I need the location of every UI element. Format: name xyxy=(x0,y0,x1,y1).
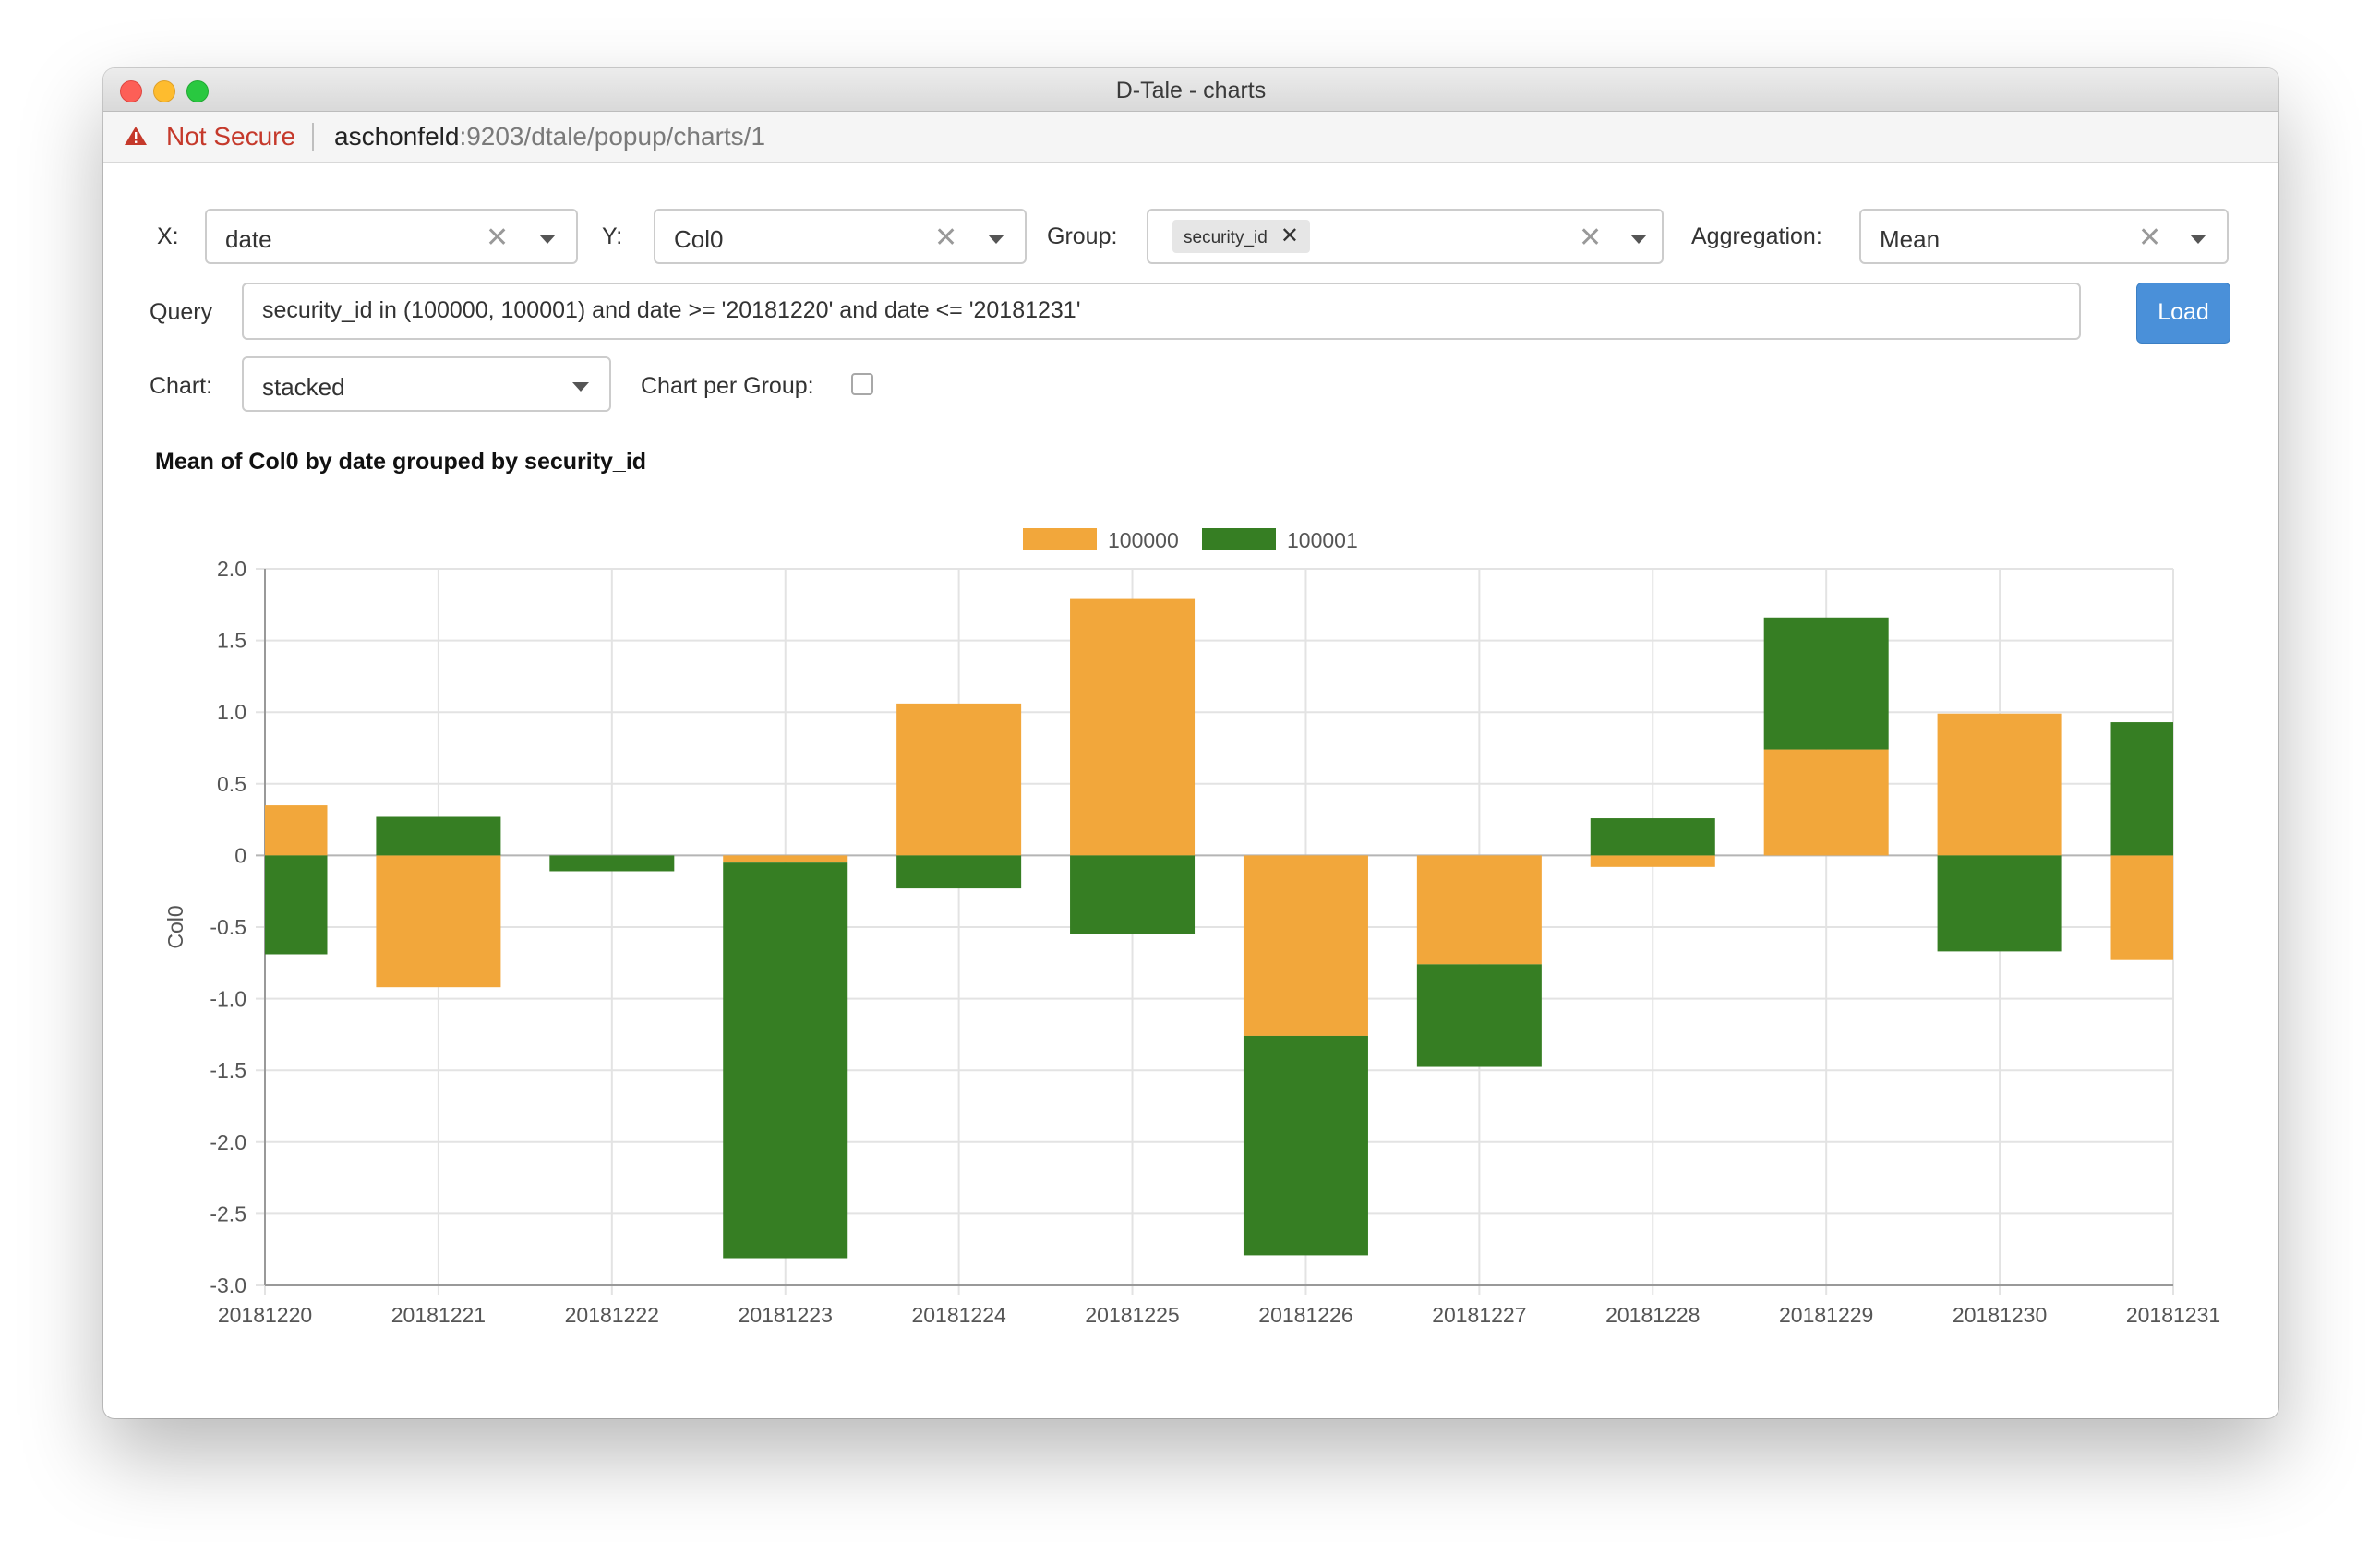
bar-100001-20181220 xyxy=(265,855,328,955)
x-tick-label: 20181225 xyxy=(1085,1303,1179,1327)
bar-100001-20181221 xyxy=(376,816,501,856)
bar-100001-20181230 xyxy=(1937,855,2062,952)
y-tick-label: 0 xyxy=(234,843,246,867)
y-tick-label: 1.5 xyxy=(217,629,246,653)
x-tick-label: 20181231 xyxy=(2126,1303,2220,1327)
y-axis-label: Col0 xyxy=(163,905,187,948)
bar-100000-20181230 xyxy=(1937,713,2062,856)
bar-100001-20181224 xyxy=(896,855,1022,889)
bar-100000-20181220 xyxy=(265,805,328,856)
bar-100000-20181228 xyxy=(1590,855,1715,867)
x-tick-label: 20181222 xyxy=(565,1303,659,1327)
y-tick-label: 2.0 xyxy=(217,557,246,581)
y-tick-label: -1.5 xyxy=(210,1058,246,1082)
bar-100001-20181228 xyxy=(1590,818,1715,856)
x-tick-label: 20181229 xyxy=(1779,1303,1873,1327)
legend-label-100000: 100000 xyxy=(1108,528,1179,552)
bar-100001-20181231 xyxy=(2110,722,2173,856)
y-tick-label: -2.0 xyxy=(210,1130,246,1154)
bar-100001-20181222 xyxy=(549,855,675,872)
bar-100000-20181231 xyxy=(2110,855,2173,960)
bar-100000-20181227 xyxy=(1416,855,1542,965)
x-tick-label: 20181230 xyxy=(1953,1303,2047,1327)
x-tick-label: 20181221 xyxy=(391,1303,486,1327)
x-tick-label: 20181224 xyxy=(911,1303,1006,1327)
y-tick-label: -3.0 xyxy=(210,1273,246,1297)
bar-100000-20181223 xyxy=(723,855,848,863)
x-tick-label: 20181227 xyxy=(1432,1303,1526,1327)
y-tick-label: -1.0 xyxy=(210,987,246,1011)
bar-100001-20181227 xyxy=(1416,964,1542,1067)
y-tick-label: 1.0 xyxy=(217,700,246,724)
legend-label-100001: 100001 xyxy=(1287,528,1358,552)
legend-swatch-100000 xyxy=(1023,528,1097,550)
bar-100000-20181221 xyxy=(376,855,501,988)
browser-window: D-Tale - charts Not Secure aschonfeld:92… xyxy=(103,68,2278,1418)
y-tick-label: -2.5 xyxy=(210,1201,246,1225)
legend-swatch-100001 xyxy=(1202,528,1276,550)
bar-100000-20181229 xyxy=(1763,749,1889,856)
bar-100001-20181226 xyxy=(1243,1035,1368,1256)
x-tick-label: 20181226 xyxy=(1258,1303,1352,1327)
bar-100001-20181229 xyxy=(1763,617,1889,750)
x-tick-label: 20181228 xyxy=(1605,1303,1700,1327)
bar-100000-20181226 xyxy=(1243,855,1368,1036)
bar-100001-20181223 xyxy=(723,862,848,1259)
x-tick-label: 20181223 xyxy=(739,1303,833,1327)
bar-100000-20181224 xyxy=(896,703,1022,856)
y-tick-label: 0.5 xyxy=(217,772,246,796)
bar-chart: 2.0 1.5 1.0 0.5 0 -0.5 -1.0 -1.5 -2.0 -2.5 -3.0 201… xyxy=(163,528,2220,1327)
bar-100000-20181225 xyxy=(1070,598,1196,856)
y-tick-label: -0.5 xyxy=(210,915,246,939)
bar-100001-20181225 xyxy=(1070,855,1196,934)
x-tick-label: 20181220 xyxy=(218,1303,312,1327)
